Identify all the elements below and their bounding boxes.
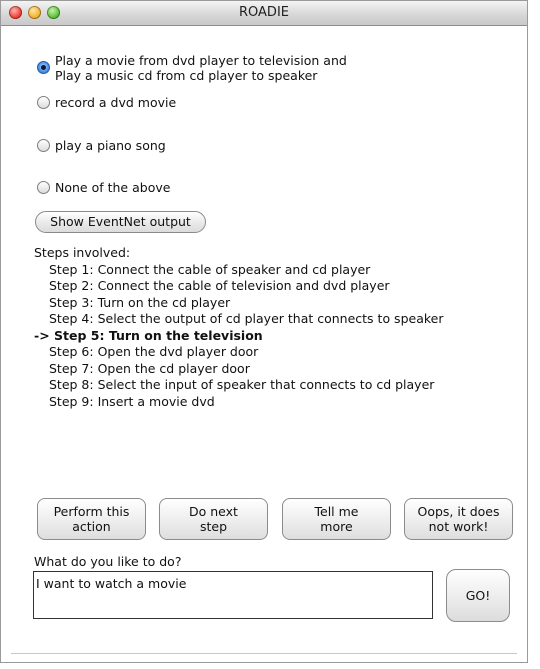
step-item: Step 1: Connect the cable of speaker and… [49, 261, 371, 277]
title-bar: ROADIE [1, 1, 527, 26]
do-next-step-button[interactable]: Do next step [159, 498, 268, 540]
option-play-movie-and-music[interactable]: Play a movie from dvd player to televisi… [37, 53, 347, 83]
radio-icon[interactable] [37, 96, 50, 109]
step-item: Step 4: Select the output of cd player t… [49, 311, 444, 326]
radio-icon[interactable] [37, 139, 50, 152]
steps-list: Steps involved: Step 1: Connect the cabl… [34, 245, 443, 410]
radio-icon[interactable] [37, 181, 50, 194]
request-input[interactable]: I want to watch a movie [33, 571, 433, 619]
radio-selected-icon[interactable] [37, 61, 50, 74]
show-eventnet-button[interactable]: Show EventNet output [35, 211, 206, 233]
tell-me-more-button[interactable]: Tell me more [282, 498, 391, 540]
divider [11, 653, 517, 654]
step-item: Step 7: Open the cd player door [49, 360, 250, 376]
perform-action-button[interactable]: Perform this action [37, 498, 146, 540]
option-record-dvd[interactable]: record a dvd movie [37, 95, 176, 110]
option-play-piano[interactable]: play a piano song [37, 138, 166, 153]
option-label: Play a movie from dvd player to televisi… [55, 53, 347, 83]
step-item: Step 3: Turn on the cd player [49, 294, 231, 310]
oops-not-work-button[interactable]: Oops, it does not work! [404, 498, 513, 540]
option-label: play a piano song [55, 138, 166, 153]
step-item: Step 8: Select the input of speaker that… [49, 377, 435, 392]
steps-heading: Steps involved: [34, 245, 131, 260]
option-label: None of the above [55, 180, 171, 195]
current-step-item: -> Step 5: Turn on the television [34, 327, 263, 343]
option-none[interactable]: None of the above [37, 180, 170, 195]
step-item: Step 2: Connect the cable of television … [49, 278, 390, 293]
step-item: Step 9: Insert a movie dvd [49, 393, 215, 409]
go-button[interactable]: GO! [446, 569, 510, 622]
step-item: Step 6: Open the dvd player door [49, 344, 259, 359]
prompt-label: What do you like to do? [34, 554, 182, 569]
option-label: record a dvd movie [55, 95, 177, 110]
roadie-window: ROADIE Play a movie from dvd player to t… [0, 0, 528, 663]
window-title: ROADIE [239, 5, 289, 20]
